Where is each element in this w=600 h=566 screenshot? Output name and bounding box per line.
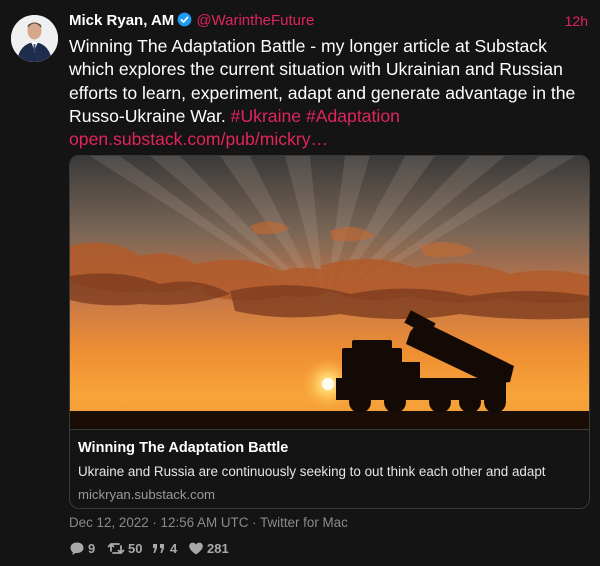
retweet-button[interactable]: 50 (107, 540, 142, 558)
card-title: Winning The Adaptation Battle (78, 440, 289, 456)
quote-icon (153, 544, 164, 553)
article-link[interactable]: open.substack.com/pub/mickry… (69, 129, 328, 149)
quote-button[interactable]: 4 (151, 540, 177, 558)
retweet-icon (107, 543, 125, 554)
hashtag-ukraine[interactable]: #Ukraine (231, 106, 301, 126)
tweet-timestamp[interactable]: 12h (565, 11, 588, 31)
heart-icon (189, 542, 203, 555)
card-image (70, 156, 589, 429)
quote-count: 4 (170, 541, 178, 556)
tweet-header: Mick Ryan, AM @WarintheFuture 12h (69, 11, 588, 31)
retweet-count: 50 (128, 541, 143, 556)
tweet-text: Winning The Adaptation Battle - my longe… (69, 35, 594, 151)
card-domain: mickryan.substack.com (78, 487, 216, 502)
author-name[interactable]: Mick Ryan, AM (69, 12, 174, 29)
reply-icon (70, 542, 84, 555)
verified-badge-icon (177, 12, 192, 27)
link-preview-card[interactable]: Winning The Adaptation Battle Ukraine an… (69, 155, 590, 509)
like-button[interactable]: 281 (188, 540, 229, 558)
reply-button[interactable]: 9 (69, 540, 95, 558)
tweet-meta: Dec 12, 2022 · 12:56 AM UTC · Twitter fo… (69, 515, 348, 530)
card-description: Ukraine and Russia are continuously seek… (78, 464, 546, 479)
avatar-photo (11, 15, 58, 62)
like-count: 281 (207, 541, 229, 556)
reply-count: 9 (88, 541, 96, 556)
avatar[interactable] (11, 15, 58, 62)
author-handle[interactable]: @WarintheFuture (196, 12, 314, 29)
hashtag-adaptation[interactable]: #Adaptation (306, 106, 400, 126)
card-info: Winning The Adaptation Battle Ukraine an… (70, 429, 589, 508)
